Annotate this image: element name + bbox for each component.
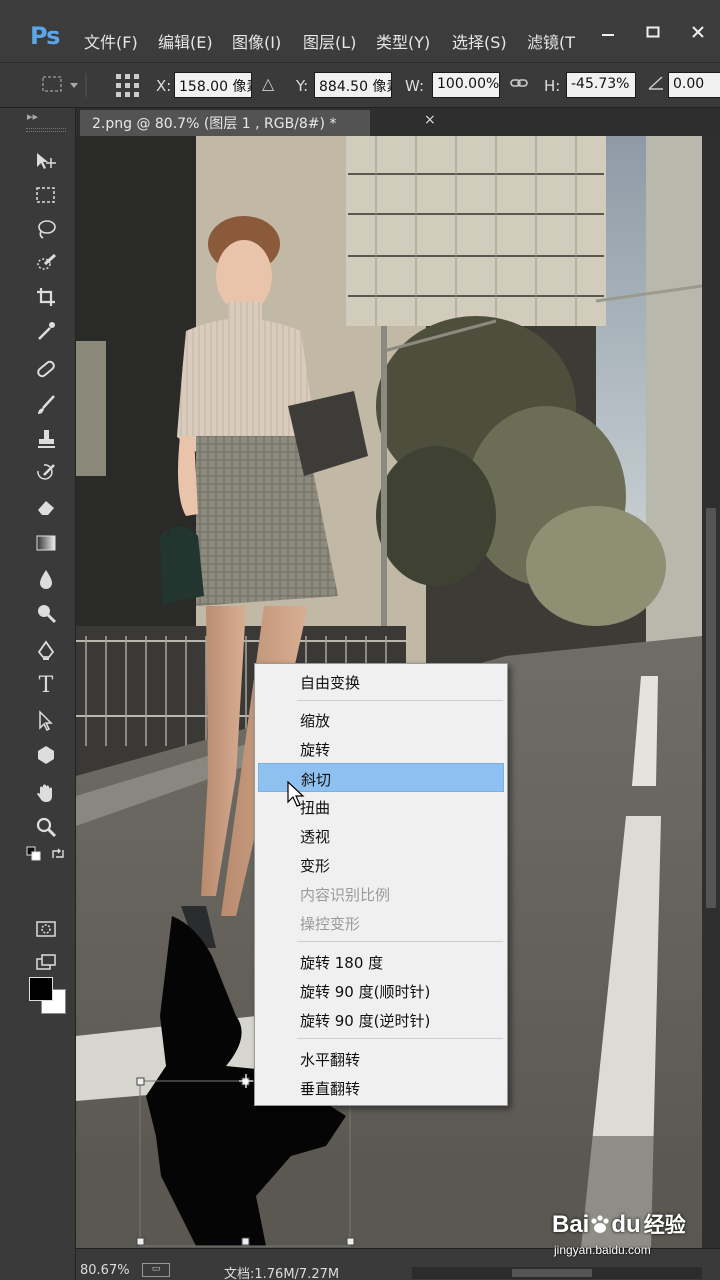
photoshop-window: Ps 文件(F) 编辑(E) 图像(I) 图层(L) 类型(Y) 选择(S) 滤… <box>0 0 720 1280</box>
menu-item-flip-vertical[interactable]: 垂直翻转 <box>258 1073 504 1102</box>
screen-mode-icon[interactable] <box>30 948 62 978</box>
delta-icon[interactable]: △ <box>262 74 274 93</box>
document-tab-bar: 2.png @ 80.7% (图层 1 , RGB/8#) * × <box>76 108 720 136</box>
link-icon[interactable] <box>510 74 528 96</box>
transform-tool-icon[interactable] <box>40 71 92 103</box>
paw-icon <box>591 1215 609 1233</box>
menu-separator <box>297 941 503 942</box>
y-position-field[interactable]: 884.50 像素 <box>314 72 392 98</box>
watermark-brand: Bai <box>552 1211 590 1238</box>
eraser-tool-icon[interactable] <box>30 492 62 522</box>
marquee-tool-icon[interactable] <box>30 180 62 210</box>
menu-type[interactable]: 类型(Y) <box>376 29 430 53</box>
menu-item-rotate-90-cw[interactable]: 旋转 90 度(顺时针) <box>258 976 504 1005</box>
x-position-field[interactable]: 158.00 像素 <box>174 72 252 98</box>
crop-tool-icon[interactable] <box>30 282 62 312</box>
menu-filter[interactable]: 滤镜(T <box>527 29 575 53</box>
menu-select[interactable]: 选择(S) <box>452 29 507 53</box>
menu-edit[interactable]: 编辑(E) <box>158 29 213 53</box>
menu-item-scale[interactable]: 缩放 <box>258 705 504 734</box>
menu-item-content-aware-scale: 内容识别比例 <box>300 886 391 904</box>
menu-layer[interactable]: 图层(L) <box>303 29 356 53</box>
collapse-panel-icon[interactable]: ▸▸ <box>27 110 38 123</box>
tab-close-icon[interactable]: × <box>424 112 436 128</box>
type-tool-icon[interactable]: T <box>30 670 62 700</box>
zoom-level[interactable]: 80.67% <box>80 1263 130 1278</box>
mouse-cursor-icon <box>287 780 305 807</box>
spot-healing-tool-icon[interactable] <box>30 354 62 384</box>
quick-mask-icon[interactable] <box>30 914 62 944</box>
x-label: X: <box>156 77 172 95</box>
watermark-brand-suffix: du <box>611 1211 641 1238</box>
menu-item-warp[interactable]: 变形 <box>258 850 504 879</box>
y-label: Y: <box>296 77 309 95</box>
horizontal-scrollbar-thumb[interactable] <box>512 1269 592 1277</box>
panel-grip[interactable] <box>26 128 66 132</box>
blur-tool-icon[interactable] <box>30 564 62 594</box>
gradient-tool-icon[interactable] <box>30 528 62 558</box>
document-tab[interactable]: 2.png @ 80.7% (图层 1 , RGB/8#) * <box>80 110 370 136</box>
zoom-tool-icon[interactable] <box>30 812 62 842</box>
angle-icon <box>647 74 665 96</box>
move-tool-icon[interactable] <box>30 146 62 176</box>
menu-file[interactable]: 文件(F) <box>84 29 138 53</box>
menu-item-rotate-90-ccw[interactable]: 旋转 90 度(逆时针) <box>258 1005 504 1034</box>
shape-tool-icon[interactable] <box>30 740 62 770</box>
w-label: W: <box>405 77 425 95</box>
path-selection-tool-icon[interactable] <box>30 706 62 736</box>
document-size: 文档:1.76M/7.27M <box>224 1267 340 1280</box>
menu-bar: Ps 文件(F) 编辑(E) 图像(I) 图层(L) 类型(Y) 选择(S) 滤… <box>0 0 720 62</box>
history-brush-tool-icon[interactable] <box>30 458 62 488</box>
clone-stamp-tool-icon[interactable] <box>30 424 62 454</box>
menu-item-flip-horizontal[interactable]: 水平翻转 <box>258 1044 504 1073</box>
photoshop-logo: Ps <box>30 22 60 50</box>
status-menu-icon[interactable]: ▭ <box>142 1263 170 1277</box>
reference-point-icon[interactable] <box>114 72 142 104</box>
maximize-icon[interactable] <box>630 18 675 45</box>
width-field[interactable]: 100.00% <box>432 72 500 98</box>
lasso-tool-icon[interactable] <box>30 214 62 244</box>
menu-image[interactable]: 图像(I) <box>232 29 281 53</box>
height-field[interactable]: -45.73% <box>566 72 636 98</box>
close-icon[interactable] <box>675 18 720 45</box>
watermark-url: jingyan.baidu.com <box>554 1243 651 1257</box>
dodge-tool-icon[interactable] <box>30 598 62 628</box>
baidu-jingyan-watermark: Bai du 经验 jingyan.baidu.com <box>552 1203 712 1263</box>
tools-panel: ▸▸ T <box>0 108 76 1280</box>
menu-item-free-transform[interactable]: 自由变换 <box>258 667 504 696</box>
menu-item-rotate[interactable]: 旋转 <box>258 734 504 763</box>
options-bar: X: 158.00 像素 △ Y: 884.50 像素 W: 100.00% H… <box>0 62 720 108</box>
hand-tool-icon[interactable] <box>30 778 62 808</box>
swap-colors-icon[interactable] <box>48 844 68 864</box>
pen-tool-icon[interactable] <box>30 636 62 666</box>
menu-item-puppet-warp: 操控变形 <box>300 915 361 933</box>
eyedropper-tool-icon[interactable] <box>30 316 62 346</box>
watermark-cn: 经验 <box>643 1214 686 1237</box>
minimize-icon[interactable] <box>585 18 630 45</box>
horizontal-scrollbar[interactable] <box>412 1267 702 1279</box>
default-colors-icon[interactable] <box>24 844 44 864</box>
menu-separator <box>297 1038 503 1039</box>
angle-field[interactable]: 0.00 <box>668 72 720 98</box>
menu-item-rotate-180[interactable]: 旋转 180 度 <box>258 947 504 976</box>
window-controls <box>585 18 720 45</box>
quick-selection-tool-icon[interactable] <box>30 248 62 278</box>
brush-tool-icon[interactable] <box>30 390 62 420</box>
vertical-scrollbar[interactable] <box>702 136 720 1248</box>
transform-context-menu: 自由变换 缩放 旋转 斜切 扭曲 透视 变形 内容识别比例 操控变形 旋转 18… <box>254 663 508 1106</box>
foreground-color-swatch[interactable] <box>29 977 53 1001</box>
menu-separator <box>297 700 503 701</box>
vertical-scrollbar-thumb[interactable] <box>706 508 716 908</box>
menu-item-perspective[interactable]: 透视 <box>258 821 504 850</box>
h-label: H: <box>544 77 561 95</box>
